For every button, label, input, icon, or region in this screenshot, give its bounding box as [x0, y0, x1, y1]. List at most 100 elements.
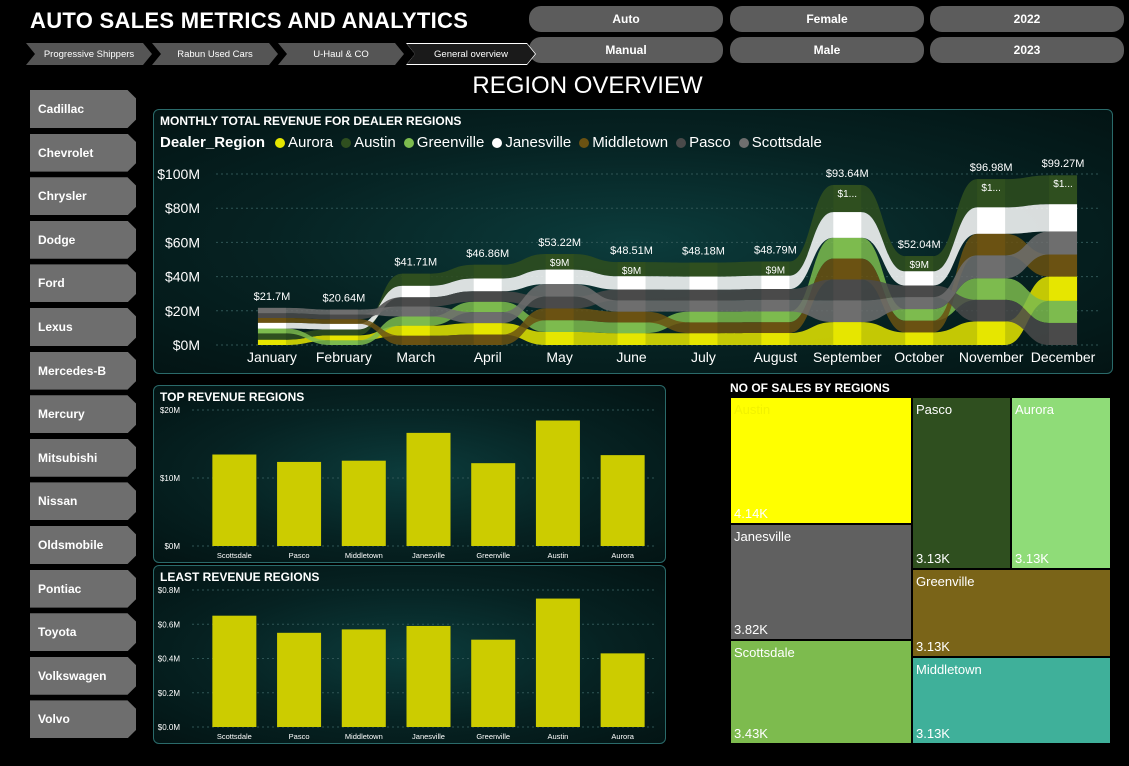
- column-segment-greenville[interactable]: [545, 320, 574, 333]
- column-segment-pasco[interactable]: [761, 289, 790, 300]
- column-segment-aurora[interactable]: [1049, 276, 1078, 301]
- column-segment-janesville[interactable]: [689, 276, 718, 290]
- column-segment-aurora[interactable]: [761, 333, 790, 345]
- column-segment-janesville[interactable]: [761, 275, 790, 290]
- column-segment-middletown[interactable]: [329, 319, 358, 324]
- column-segment-janesville[interactable]: [833, 212, 862, 238]
- column-segment-scottsdale[interactable]: [977, 255, 1006, 279]
- column-segment-pasco[interactable]: [617, 289, 646, 301]
- treemap-tile-scottsdale[interactable]: Scottsdale 3.43K: [730, 640, 912, 744]
- bar-scottsdale[interactable]: [212, 615, 257, 727]
- column-segment-pasco[interactable]: [689, 289, 718, 301]
- brand-button-ford[interactable]: Ford: [30, 264, 136, 303]
- column-segment-pasco[interactable]: [329, 314, 358, 320]
- column-segment-janesville[interactable]: [1049, 204, 1078, 232]
- column-segment-janesville[interactable]: [545, 269, 574, 285]
- bar-middletown[interactable]: [341, 629, 386, 727]
- column-segment-scottsdale[interactable]: [905, 297, 934, 310]
- column-segment-janesville[interactable]: [977, 207, 1006, 234]
- column-segment-pasco[interactable]: [257, 313, 286, 318]
- nav-progressive-shippers[interactable]: Progressive Shippers: [26, 43, 152, 65]
- treemap-tile-pasco[interactable]: Pasco 3.13K: [912, 397, 1011, 569]
- column-segment-aurora[interactable]: [689, 333, 718, 345]
- column-segment-janesville[interactable]: [617, 276, 646, 290]
- bar-aurora[interactable]: [600, 653, 645, 727]
- column-segment-scottsdale[interactable]: [545, 284, 574, 297]
- column-segment-pasco[interactable]: [545, 296, 574, 309]
- column-segment-middletown[interactable]: [689, 322, 718, 334]
- column-segment-aurora[interactable]: [905, 332, 934, 345]
- filter-male-button[interactable]: Male: [730, 37, 924, 63]
- brand-button-chrysler[interactable]: Chrysler: [30, 177, 136, 216]
- column-segment-middletown[interactable]: [473, 334, 502, 345]
- column-segment-pasco[interactable]: [401, 297, 430, 307]
- brand-button-oldsmobile[interactable]: Oldsmobile: [30, 526, 136, 564]
- column-segment-austin[interactable]: [473, 264, 502, 279]
- filter-female-button[interactable]: Female: [730, 6, 924, 32]
- column-segment-austin[interactable]: [401, 273, 430, 286]
- nav-uhaul-co[interactable]: U-Haul & CO: [278, 43, 404, 65]
- column-segment-greenville[interactable]: [617, 322, 646, 334]
- bar-janesville[interactable]: [406, 432, 451, 546]
- brand-button-toyota[interactable]: Toyota: [30, 613, 136, 652]
- filter-2022-button[interactable]: 2022: [930, 6, 1124, 32]
- brand-button-volvo[interactable]: Volvo: [30, 700, 136, 739]
- column-segment-middletown[interactable]: [977, 233, 1006, 256]
- column-segment-scottsdale[interactable]: [1049, 231, 1078, 255]
- column-segment-scottsdale[interactable]: [401, 306, 430, 317]
- column-segment-greenville[interactable]: [1049, 300, 1078, 323]
- column-segment-middletown[interactable]: [905, 320, 934, 333]
- column-segment-greenville[interactable]: [977, 278, 1006, 300]
- column-segment-greenville[interactable]: [473, 301, 502, 313]
- brand-button-chevrolet[interactable]: Chevrolet: [30, 133, 136, 172]
- bar-pasco[interactable]: [277, 632, 322, 727]
- column-segment-austin[interactable]: [329, 329, 358, 336]
- column-segment-pasco[interactable]: [977, 299, 1006, 322]
- brand-button-dodge[interactable]: Dodge: [30, 220, 136, 259]
- column-segment-aurora[interactable]: [833, 322, 862, 345]
- column-segment-aurora[interactable]: [329, 335, 358, 341]
- brand-button-nissan[interactable]: Nissan: [30, 482, 136, 521]
- column-segment-middletown[interactable]: [761, 322, 790, 334]
- column-segment-scottsdale[interactable]: [761, 299, 790, 312]
- column-segment-aurora[interactable]: [257, 339, 286, 345]
- treemap-tile-greenville[interactable]: Greenville 3.13K: [912, 569, 1111, 657]
- column-segment-aurora[interactable]: [617, 333, 646, 345]
- bar-greenville[interactable]: [471, 639, 516, 727]
- filter-auto-button[interactable]: Auto: [529, 6, 723, 32]
- column-segment-pasco[interactable]: [1049, 322, 1078, 345]
- column-segment-janesville[interactable]: [329, 323, 358, 330]
- nav-general-overview[interactable]: General overview: [406, 43, 536, 65]
- treemap-tile-middletown[interactable]: Middletown 3.13K: [912, 657, 1111, 744]
- column-segment-janesville[interactable]: [401, 285, 430, 298]
- filter-manual-button[interactable]: Manual: [529, 37, 723, 63]
- bar-scottsdale[interactable]: [212, 454, 257, 546]
- column-segment-pasco[interactable]: [473, 291, 502, 302]
- bar-pasco[interactable]: [277, 461, 322, 546]
- treemap-tile-austin[interactable]: Austin 4.14K: [730, 397, 912, 524]
- column-segment-greenville[interactable]: [833, 237, 862, 259]
- treemap-tile-janesville[interactable]: Janesville 3.82K: [730, 524, 912, 640]
- column-segment-middletown[interactable]: [833, 258, 862, 280]
- column-segment-aurora[interactable]: [401, 325, 430, 336]
- bar-greenville[interactable]: [471, 463, 516, 546]
- brand-button-lexus[interactable]: Lexus: [30, 308, 136, 346]
- brand-button-volkswagen[interactable]: Volkswagen: [30, 656, 136, 695]
- bar-janesville[interactable]: [406, 625, 451, 727]
- brand-button-pontiac[interactable]: Pontiac: [30, 569, 136, 608]
- column-segment-middletown[interactable]: [545, 308, 574, 321]
- column-segment-janesville[interactable]: [473, 278, 502, 292]
- column-segment-middletown[interactable]: [617, 311, 646, 323]
- column-segment-scottsdale[interactable]: [473, 312, 502, 324]
- column-segment-pasco[interactable]: [905, 285, 934, 298]
- column-segment-janesville[interactable]: [905, 271, 934, 286]
- column-segment-aurora[interactable]: [545, 332, 574, 345]
- filter-2023-button[interactable]: 2023: [930, 37, 1124, 63]
- column-segment-aurora[interactable]: [473, 323, 502, 335]
- column-segment-scottsdale[interactable]: [833, 300, 862, 323]
- column-segment-middletown[interactable]: [401, 335, 430, 345]
- column-segment-greenville[interactable]: [761, 311, 790, 323]
- column-segment-janesville[interactable]: [257, 322, 286, 329]
- column-segment-greenville[interactable]: [401, 316, 430, 326]
- column-segment-scottsdale[interactable]: [257, 307, 286, 314]
